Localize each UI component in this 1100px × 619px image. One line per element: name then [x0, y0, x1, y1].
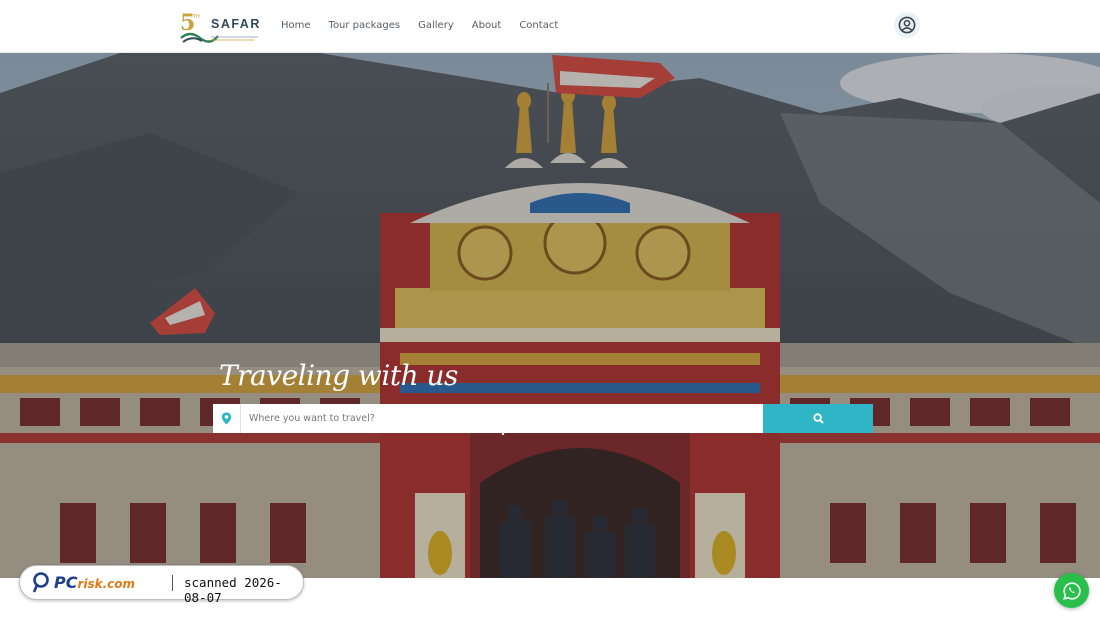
brand-pc: PC — [54, 573, 78, 592]
logo-text: SAFAR — [211, 17, 261, 31]
logo[interactable]: 5 TH SAFAR — [178, 8, 262, 44]
search-icon — [812, 413, 824, 424]
pcrisk-brand: PCrisk.com — [54, 573, 135, 592]
whatsapp-icon — [1062, 581, 1081, 600]
nav-home[interactable]: Home — [281, 19, 311, 33]
destination-search — [213, 404, 873, 433]
hero-background-image — [0, 53, 1100, 578]
site-header: 5 TH SAFAR Home Tour packages Gallery Ab… — [0, 0, 1100, 53]
scan-date: scanned 2026-08-07 — [184, 575, 282, 605]
badge-divider — [172, 575, 173, 591]
search-button[interactable] — [763, 404, 873, 433]
nav-gallery[interactable]: Gallery — [418, 19, 454, 33]
hero-tagline: Traveling with us — [219, 359, 458, 392]
brand-suffix: risk.com — [77, 577, 136, 591]
nav-contact[interactable]: Contact — [519, 19, 558, 33]
svg-text:TH: TH — [192, 14, 200, 20]
user-circle-icon — [898, 16, 916, 34]
map-pin-icon — [213, 404, 241, 433]
scan-watermark: PCrisk.com scanned 2026-08-07 — [19, 565, 304, 605]
nav-tour-packages[interactable]: Tour packages — [329, 19, 401, 33]
search-input[interactable] — [241, 404, 763, 433]
user-account-button[interactable] — [894, 12, 920, 38]
whatsapp-button[interactable] — [1054, 573, 1089, 608]
hero-banner: Traveling with us Travel Like an Insider… — [0, 53, 1100, 578]
nav-about[interactable]: About — [472, 19, 502, 33]
main-nav: Home Tour packages Gallery About Contact — [281, 19, 576, 33]
pcrisk-logo-icon — [32, 572, 49, 593]
